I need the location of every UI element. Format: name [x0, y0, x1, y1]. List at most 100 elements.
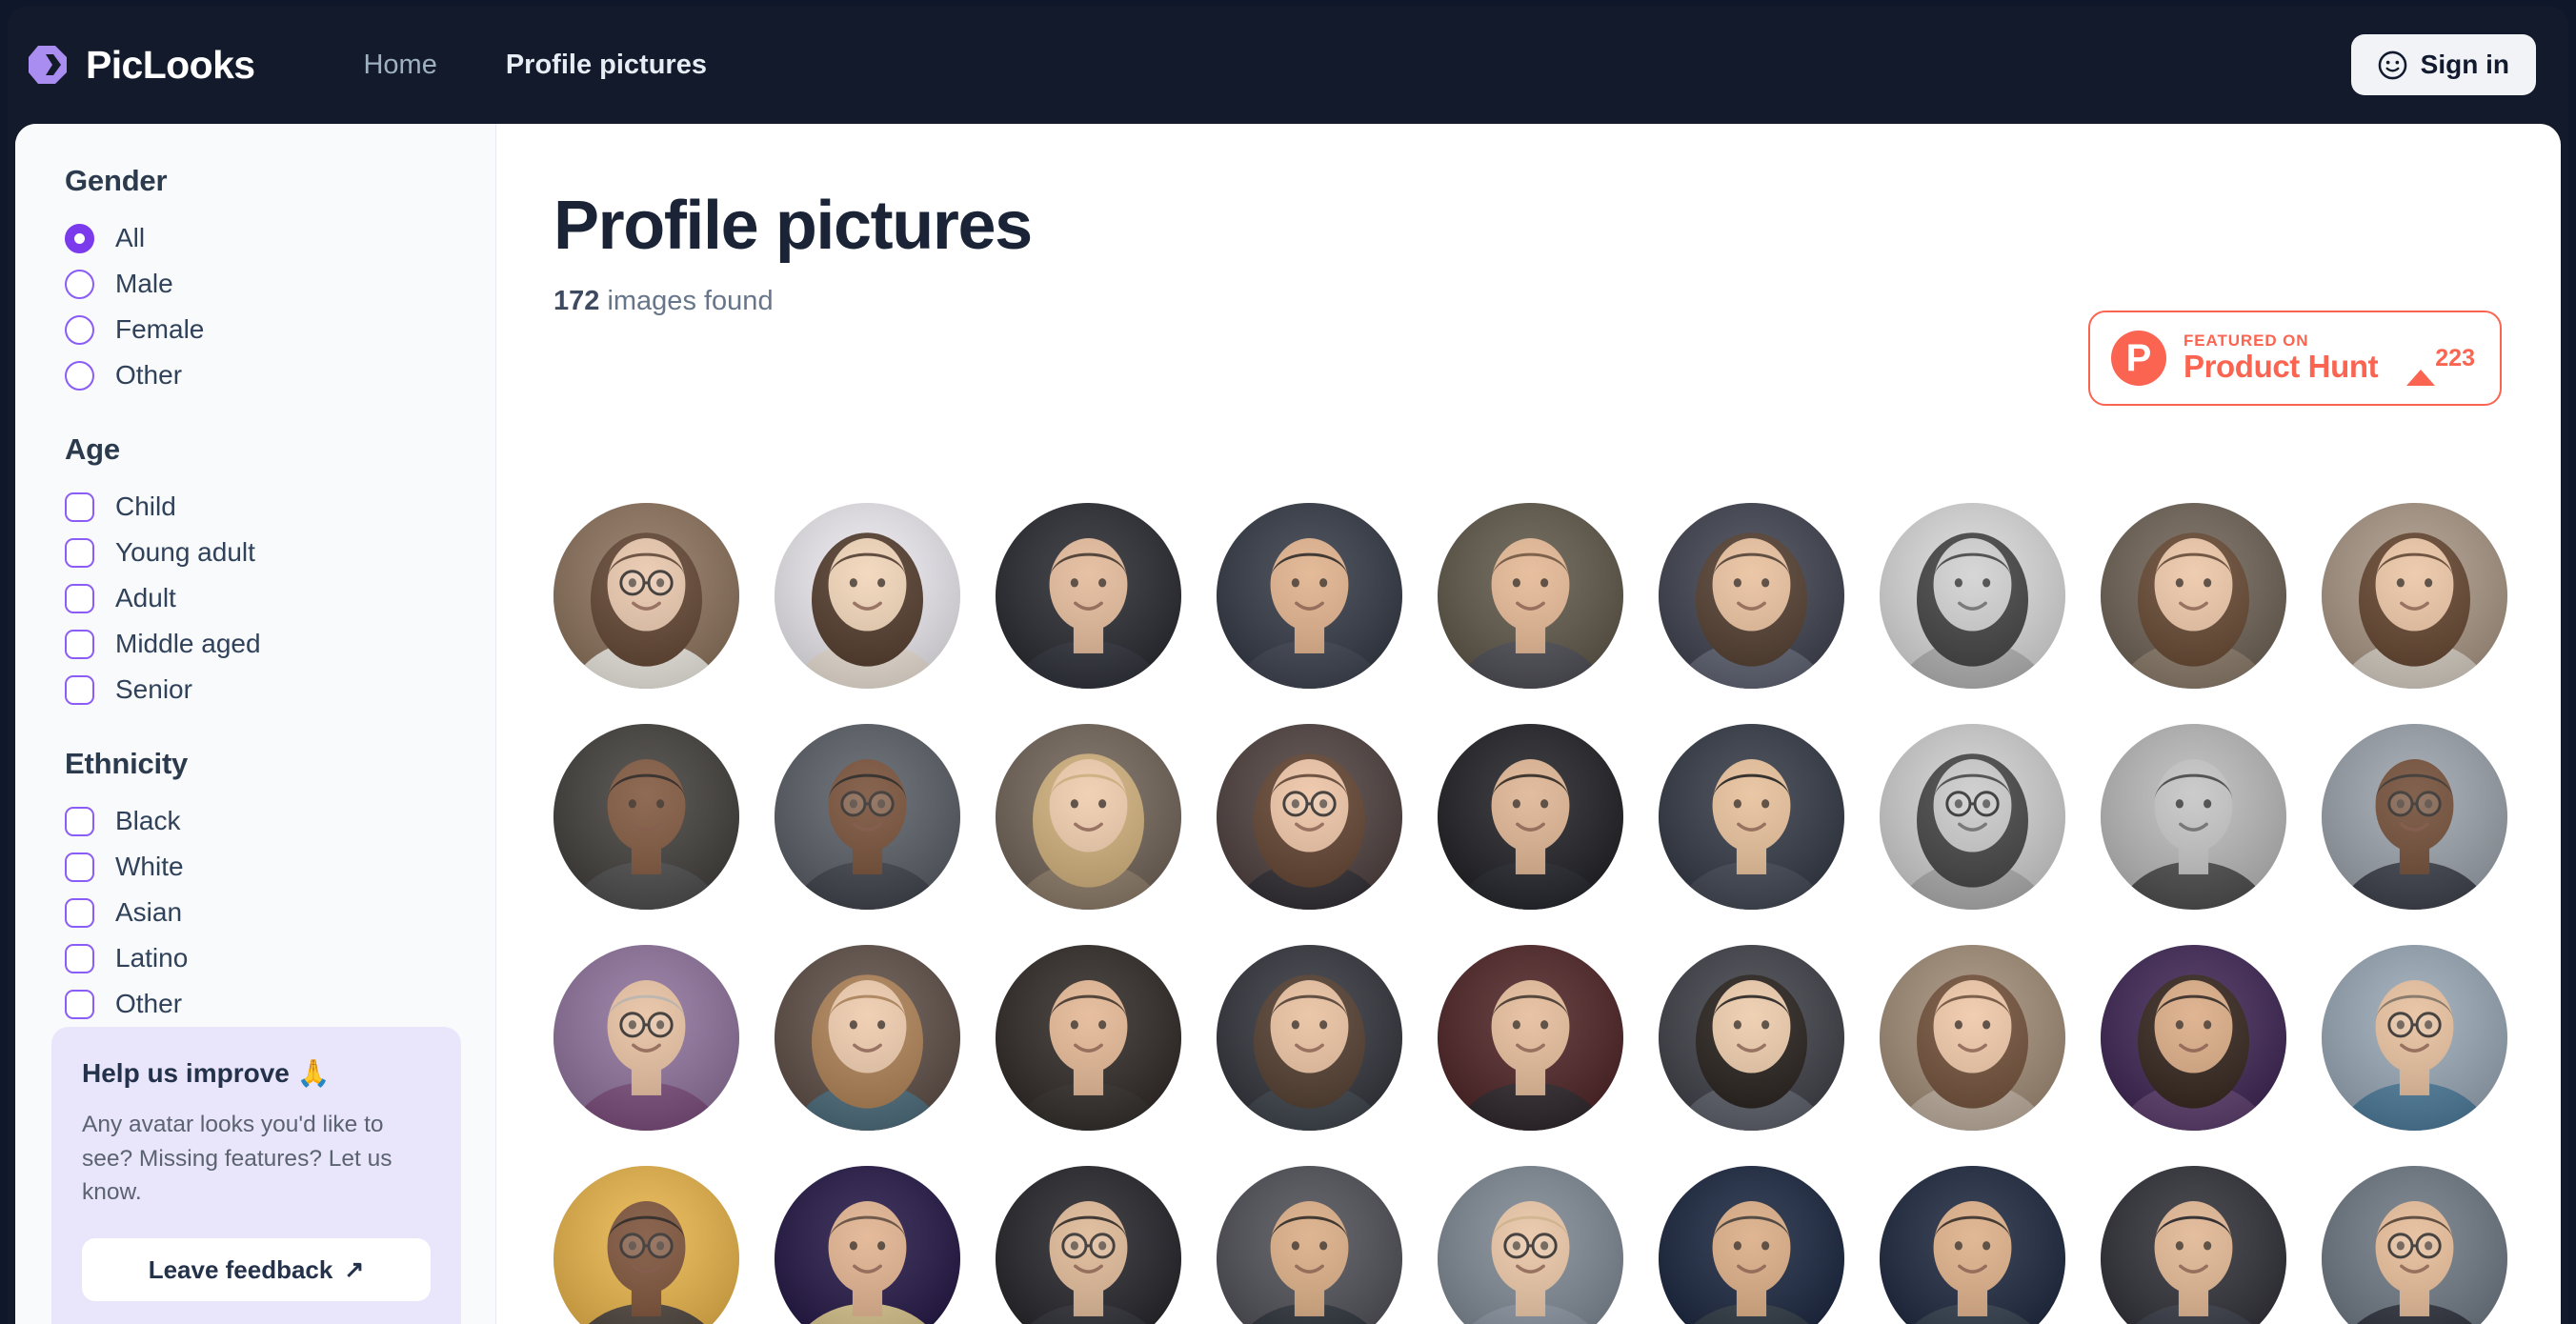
- checkbox-adult[interactable]: [65, 583, 94, 613]
- avatar-c8[interactable]: [2101, 945, 2286, 1131]
- checkbox-young-adult[interactable]: [65, 537, 94, 568]
- results-count-number: 172: [553, 285, 600, 316]
- avatar-c5[interactable]: [1438, 945, 1623, 1131]
- filter-option-gender-other[interactable]: Other: [65, 352, 446, 398]
- product-hunt-text: FEATURED ON Product Hunt: [2184, 331, 2389, 385]
- radio-female[interactable]: [65, 314, 94, 345]
- avatar-d5[interactable]: [1438, 1166, 1623, 1324]
- checkbox-child[interactable]: [65, 491, 94, 522]
- checkbox-senior[interactable]: [65, 674, 94, 705]
- avatar-c9[interactable]: [2322, 945, 2507, 1131]
- page-card: Gender All Male Female Other Age Child Y…: [15, 124, 2561, 1324]
- filter-option-all[interactable]: All: [65, 215, 446, 261]
- avatar-a5[interactable]: [1438, 503, 1623, 689]
- avatar-a4[interactable]: [1217, 503, 1402, 689]
- leave-feedback-button[interactable]: Leave feedback ↗: [82, 1238, 431, 1301]
- filter-option-adult[interactable]: Adult: [65, 575, 446, 621]
- avatar-d1[interactable]: [553, 1166, 739, 1324]
- checkbox-latino[interactable]: [65, 943, 94, 973]
- app-frame: PicLooks Home Profile pictures Sign in G…: [8, 6, 2568, 1324]
- avatar-b1[interactable]: [553, 724, 739, 910]
- checkbox-middle-aged[interactable]: [65, 629, 94, 659]
- label-black: Black: [115, 806, 181, 835]
- brand-logo[interactable]: PicLooks: [27, 42, 255, 88]
- filter-option-white[interactable]: White: [65, 844, 446, 890]
- avatar-b8[interactable]: [2101, 724, 2286, 910]
- label-child: Child: [115, 491, 176, 521]
- label-young-adult: Young adult: [115, 537, 255, 567]
- avatar-d9[interactable]: [2322, 1166, 2507, 1324]
- label-gender-other: Other: [115, 360, 183, 390]
- avatar-a7[interactable]: [1880, 503, 2065, 689]
- avatar-c2[interactable]: [775, 945, 960, 1131]
- avatar-b2[interactable]: [775, 724, 960, 910]
- nav-link-home[interactable]: Home: [363, 40, 436, 90]
- label-female: Female: [115, 314, 205, 344]
- product-hunt-name: Product Hunt: [2184, 349, 2379, 385]
- avatar-c7[interactable]: [1880, 945, 2065, 1131]
- sign-in-button[interactable]: Sign in: [2350, 34, 2536, 95]
- avatar-b3[interactable]: [996, 724, 1181, 910]
- product-hunt-badge[interactable]: P FEATURED ON Product Hunt 223: [2088, 311, 2502, 406]
- caret-up-icon: [2406, 352, 2436, 386]
- product-hunt-vote-count: 223: [2435, 344, 2475, 371]
- filter-option-child[interactable]: Child: [65, 484, 446, 530]
- checkbox-white[interactable]: [65, 852, 94, 882]
- avatar-d4[interactable]: [1217, 1166, 1402, 1324]
- radio-male[interactable]: [65, 269, 94, 299]
- label-all: All: [115, 223, 146, 252]
- sign-in-label: Sign in: [2420, 50, 2509, 79]
- filter-option-senior[interactable]: Senior: [65, 667, 446, 712]
- avatar-b9[interactable]: [2322, 724, 2507, 910]
- avatar-b7[interactable]: [1880, 724, 2065, 910]
- filter-option-black[interactable]: Black: [65, 798, 446, 844]
- nav-links: Home Profile pictures: [363, 40, 706, 90]
- smiley-face-icon: [2378, 50, 2406, 79]
- filter-title-age: Age: [65, 432, 120, 466]
- avatar-d6[interactable]: [1659, 1166, 1844, 1324]
- avatar-d7[interactable]: [1880, 1166, 2065, 1324]
- filter-option-male[interactable]: Male: [65, 261, 446, 307]
- avatar-d2[interactable]: [775, 1166, 960, 1324]
- app-root: PicLooks Home Profile pictures Sign in G…: [0, 0, 2576, 1324]
- avatar-a9[interactable]: [2322, 503, 2507, 689]
- filters-sidebar: Gender All Male Female Other Age Child Y…: [15, 124, 496, 1324]
- radio-gender-other[interactable]: [65, 360, 94, 391]
- avatar-a2[interactable]: [775, 503, 960, 689]
- avatar-a3[interactable]: [996, 503, 1181, 689]
- checkbox-black[interactable]: [65, 806, 94, 836]
- avatar-c6[interactable]: [1659, 945, 1844, 1131]
- nav-link-profile-pictures[interactable]: Profile pictures: [506, 40, 707, 90]
- label-latino: Latino: [115, 943, 189, 973]
- avatar-b5[interactable]: [1438, 724, 1623, 910]
- filter-option-young-adult[interactable]: Young adult: [65, 530, 446, 575]
- checkbox-asian[interactable]: [65, 897, 94, 928]
- brand-name: PicLooks: [86, 42, 255, 87]
- avatar-d3[interactable]: [996, 1166, 1181, 1324]
- filter-option-middle-aged[interactable]: Middle aged: [65, 621, 446, 667]
- filter-option-ethnicity-other[interactable]: Other: [65, 981, 446, 1027]
- avatar-c3[interactable]: [996, 945, 1181, 1131]
- filter-option-asian[interactable]: Asian: [65, 890, 446, 935]
- product-hunt-logo-icon: P: [2111, 331, 2166, 386]
- feedback-card: Help us improve 🙏 Any avatar looks you'd…: [51, 1027, 461, 1324]
- checkbox-ethnicity-other[interactable]: [65, 989, 94, 1019]
- product-hunt-vote[interactable]: 223: [2406, 344, 2479, 386]
- filter-option-latino[interactable]: Latino: [65, 935, 446, 981]
- avatar-b6[interactable]: [1659, 724, 1844, 910]
- avatar-b4[interactable]: [1217, 724, 1402, 910]
- filter-title-ethnicity: Ethnicity: [65, 747, 189, 780]
- piclooks-hexagon-logo-icon: [29, 46, 67, 84]
- avatar-a8[interactable]: [2101, 503, 2286, 689]
- avatar-c4[interactable]: [1217, 945, 1402, 1131]
- avatar-grid: [553, 503, 2516, 1324]
- filter-option-female[interactable]: Female: [65, 307, 446, 352]
- avatar-a1[interactable]: [553, 503, 739, 689]
- avatar-a6[interactable]: [1659, 503, 1844, 689]
- avatar-c1[interactable]: [553, 945, 739, 1131]
- radio-all[interactable]: [65, 223, 94, 253]
- product-hunt-featured-label: FEATURED ON: [2184, 331, 2309, 351]
- avatar-d8[interactable]: [2101, 1166, 2286, 1324]
